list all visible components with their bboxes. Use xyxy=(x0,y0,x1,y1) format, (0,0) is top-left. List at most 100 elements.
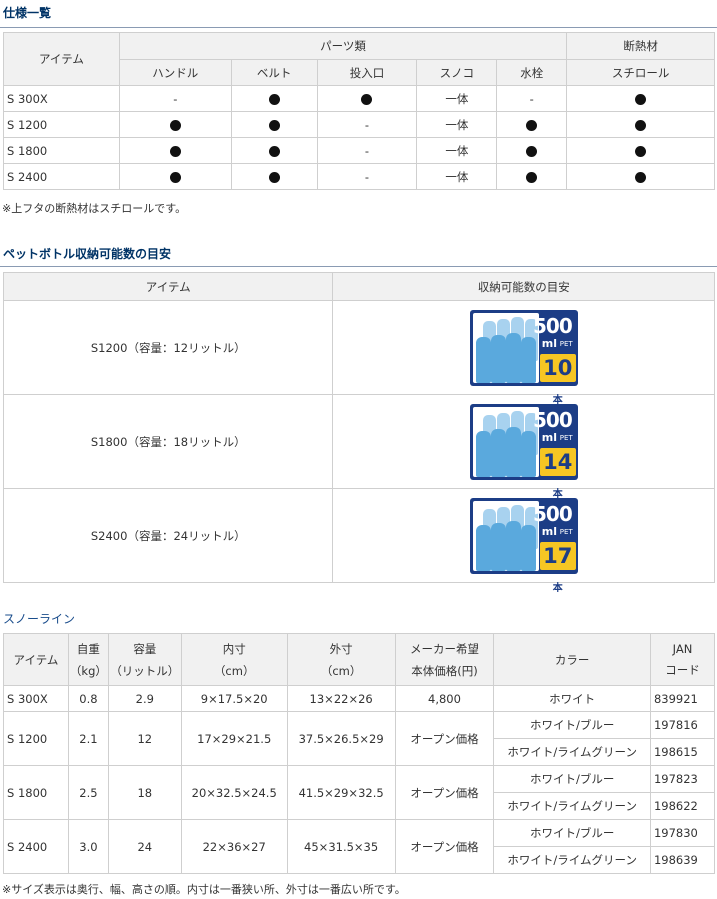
sl-cell-jan: 197823 xyxy=(649,765,716,793)
sl-cell-item: S 1200 xyxy=(3,711,69,766)
bottle-table: アイテム 収納可能数の目安 S1200（容量：12リットル） 500 ml PET 10… xyxy=(2,272,715,594)
bottle-row-item: S1800（容量：18リットル） xyxy=(2,394,334,489)
snowline-row: S 1800 2.5 18 20×32.5×24.5 41.5×29×32.5 オープン価… xyxy=(3,765,716,820)
sl-cell-inner: 20×32.5×24.5 xyxy=(180,765,288,820)
spec-row-item: S 1800 xyxy=(3,137,120,164)
spec-cell-available xyxy=(118,137,232,164)
filled-dot-icon xyxy=(526,145,538,157)
sl-cell-outer: 41.5×29×32.5 xyxy=(286,765,396,820)
filled-dot-icon xyxy=(361,93,373,105)
bottle-row-badge-cell: 500 ml PET 14本 xyxy=(332,394,715,500)
sl-header-capacity: 容量 （リットル） xyxy=(107,633,182,686)
sl-header-price-2: 本体価格(円) xyxy=(411,663,478,678)
sl-cell-weight: 2.5 xyxy=(67,765,109,820)
bottle-front-icon xyxy=(520,430,536,477)
sl-cell-outer: 45×31.5×35 xyxy=(286,819,396,874)
filled-dot-icon xyxy=(268,93,280,105)
sl-header-inner-2: （cm） xyxy=(213,663,255,678)
bottle-front-icon xyxy=(505,332,521,383)
spec-cell: 一体 xyxy=(416,137,498,164)
filled-dot-icon xyxy=(169,119,181,131)
bottle-front-icon xyxy=(475,524,491,571)
sl-header-outer-1: 外寸 xyxy=(329,641,353,656)
sl-header-jan-2: コード xyxy=(665,662,700,677)
sl-header-item: アイテム xyxy=(3,633,69,686)
bottle-header-item: アイテム xyxy=(2,272,334,301)
bottle-front-icon xyxy=(490,428,506,477)
badge-count: 17 xyxy=(543,543,573,568)
badge-unit: ml xyxy=(541,336,557,350)
spec-col-sunoko: スノコ xyxy=(416,59,498,86)
bottle-front-icon xyxy=(505,426,521,477)
filled-dot-icon xyxy=(635,145,647,157)
filled-dot-icon xyxy=(268,119,280,131)
filled-dot-icon xyxy=(169,145,181,157)
spec-cell: - xyxy=(496,85,568,112)
bottle-row: S1200（容量：12リットル） 500 ml PET 10本 xyxy=(2,300,715,406)
sl-cell-jan: 198622 xyxy=(649,792,716,820)
snowline-table: アイテム 自重 （kg） 容量 （リットル） 内寸 （cm） 外寸 （cm） メーカー希… xyxy=(3,633,716,874)
bottle-section-title: ペットボトル収納可能数の目安 xyxy=(0,245,717,267)
badge-count-box: 17 本 xyxy=(539,541,576,594)
sl-cell-jan: 198639 xyxy=(649,846,716,874)
snowline-row: S 1200 2.1 12 17×29×21.5 37.5×26.5×29 オープン価格ホ… xyxy=(3,711,716,766)
bottle-illustration-icon xyxy=(472,406,539,477)
sl-cell-price: オープン価格 xyxy=(394,765,495,820)
bottle-front-icon xyxy=(490,522,506,571)
bottle-row-badge-cell: 500 ml PET 10本 xyxy=(332,300,715,406)
spec-cell: 一体 xyxy=(416,163,498,190)
sl-cell-color: ホワイト/ブルー xyxy=(493,819,651,847)
filled-dot-icon xyxy=(635,93,647,105)
pet-bottle-badge-icon: 500 ml PET 14本 xyxy=(469,403,578,500)
sl-cell-item: S 2400 xyxy=(3,819,69,874)
spec-cell: 一体 xyxy=(416,111,498,138)
filled-dot-icon xyxy=(268,171,280,183)
spec-cell-available xyxy=(496,111,568,138)
filled-dot-icon xyxy=(268,145,280,157)
sl-cell-capacity: 18 xyxy=(107,765,182,820)
sl-header-capacity-2: （リットル） xyxy=(110,663,180,678)
spec-cell-available xyxy=(118,163,232,190)
bottle-row: S2400（容量：24リットル） 500 ml PET 17 本 xyxy=(2,488,715,594)
sl-cell-item: S 1800 xyxy=(3,765,69,820)
sl-cell-jan: 198615 xyxy=(649,738,716,766)
sl-cell-outer: 37.5×26.5×29 xyxy=(286,711,396,766)
sl-cell-color: ホワイト xyxy=(493,685,651,712)
snowline-row: S 2400 3.0 24 22×36×27 45×31.5×35 オープン価格 ホワイト/… xyxy=(3,819,716,874)
badge-unit: ml xyxy=(541,430,557,444)
spec-cell-available xyxy=(496,163,568,190)
spec-cell: 一体 xyxy=(416,85,498,112)
sl-cell-weight: 2.1 xyxy=(67,711,109,766)
sl-cell-jan: 839921 xyxy=(649,685,716,712)
sl-header-weight-1: 自重 xyxy=(76,641,100,656)
sl-cell-price: オープン価格 xyxy=(394,819,495,874)
filled-dot-icon xyxy=(526,171,538,183)
bottle-row: S1800（容量：18リットル） 500 ml PET 14本 xyxy=(2,394,715,500)
spec-header-insulation: 断熱材 xyxy=(566,32,715,60)
sl-cell-item: S 300X xyxy=(3,685,69,712)
pet-bottle-badge-icon: 500 ml PET 10本 xyxy=(469,309,578,406)
bottle-illustration-icon xyxy=(472,500,539,571)
sl-cell-price: オープン価格 xyxy=(394,711,495,766)
badge-volume: 500 xyxy=(532,407,573,432)
snowline-section-title: スノーライン xyxy=(3,612,76,626)
badge-volume: 500 xyxy=(532,501,573,526)
sl-cell-color: ホワイト/ライムグリーン xyxy=(493,846,651,874)
sl-cell-color: ホワイト/ブルー xyxy=(493,711,651,739)
spec-note: ※上フタの断熱材はスチロールです。 xyxy=(2,202,187,215)
sl-header-price-1: メーカー希望 xyxy=(409,641,479,656)
bottle-row-item: S1200（容量：12リットル） xyxy=(2,300,334,395)
sl-header-weight: 自重 （kg） xyxy=(67,633,109,686)
spec-cell-available xyxy=(230,137,318,164)
sl-cell-weight: 3.0 xyxy=(67,819,109,874)
sl-header-outer: 外寸 （cm） xyxy=(286,633,396,686)
snowline-note: ※サイズ表示は奥行、幅、高さの順。内寸は一番狭い所、外寸は一番広い所です。 xyxy=(2,883,406,896)
spec-cell-available xyxy=(496,137,568,164)
bottle-front-icon xyxy=(475,430,491,477)
badge-type: PET xyxy=(559,339,573,348)
sl-cell-color: ホワイト/ライムグリーン xyxy=(493,792,651,820)
spec-cell-available xyxy=(566,137,715,164)
sl-cell-capacity: 12 xyxy=(107,711,182,766)
spec-header-parts: パーツ類 xyxy=(118,32,568,60)
filled-dot-icon xyxy=(169,171,181,183)
